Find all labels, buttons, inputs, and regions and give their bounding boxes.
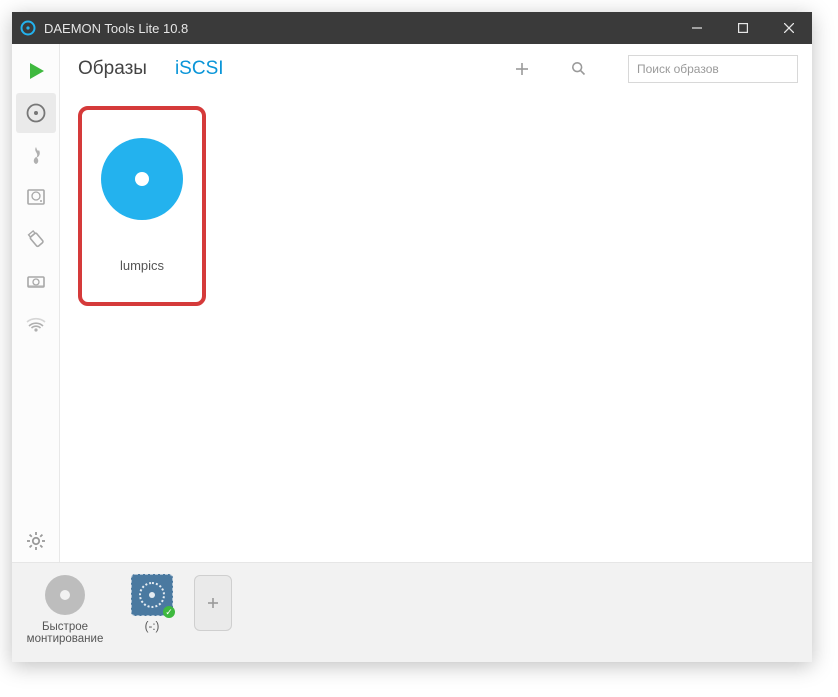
search-input[interactable] (628, 55, 798, 83)
tab-images[interactable]: Образы (78, 58, 147, 80)
sidebar-images[interactable] (16, 93, 56, 133)
sidebar-usb[interactable] (16, 219, 56, 259)
sidebar-settings[interactable] (16, 521, 56, 561)
close-icon (784, 23, 794, 33)
flame-icon (25, 144, 47, 166)
search-button[interactable] (564, 55, 592, 83)
mounted-badge-icon: ✓ (163, 606, 175, 618)
minimize-icon (692, 23, 702, 33)
hdd-icon (25, 186, 47, 208)
sidebar-drive[interactable] (16, 261, 56, 301)
catalog-item[interactable]: lumpics (78, 106, 206, 306)
usb-icon (25, 228, 47, 250)
quick-mount-icon (45, 575, 85, 615)
drive-panel: Быстрое монтирование ✓ (-:) (12, 562, 812, 662)
catalog-item-label: lumpics (82, 258, 202, 273)
topbar: Образы iSCSI (60, 44, 812, 94)
plus-icon (206, 596, 220, 610)
sidebar-burn[interactable] (16, 135, 56, 175)
disc-icon (101, 138, 183, 220)
play-icon (25, 60, 47, 82)
plus-icon (515, 62, 529, 76)
search-icon (571, 61, 586, 76)
titlebar: DAEMON Tools Lite 10.8 (12, 12, 812, 44)
gear-icon (25, 530, 47, 552)
maximize-icon (738, 23, 748, 33)
image-catalog: lumpics (60, 94, 812, 562)
close-button[interactable] (766, 12, 812, 44)
virtual-drive-icon: ✓ (131, 574, 173, 616)
maximize-button[interactable] (720, 12, 766, 44)
sidebar-hdd[interactable] (16, 177, 56, 217)
virtual-drive-label: (-:) (145, 621, 160, 633)
sidebar-quick-mount[interactable] (16, 51, 56, 91)
add-drive-button[interactable] (194, 575, 232, 631)
drive-icon (25, 270, 47, 292)
app-window: DAEMON Tools Lite 10.8 (12, 12, 812, 662)
quick-mount-label: Быстрое монтирование (20, 621, 110, 645)
virtual-drive[interactable]: ✓ (-:) (122, 573, 182, 633)
disc-icon (25, 102, 47, 124)
app-icon (12, 20, 44, 36)
tab-iscsi[interactable]: iSCSI (175, 58, 224, 80)
sidebar-network[interactable] (16, 303, 56, 343)
quick-mount-drive[interactable]: Быстрое монтирование (20, 573, 110, 645)
main-area: Образы iSCSI (60, 44, 812, 562)
minimize-button[interactable] (674, 12, 720, 44)
sidebar (12, 44, 60, 562)
signal-icon (25, 312, 47, 334)
window-title: DAEMON Tools Lite 10.8 (44, 21, 188, 36)
add-image-button[interactable] (508, 55, 536, 83)
